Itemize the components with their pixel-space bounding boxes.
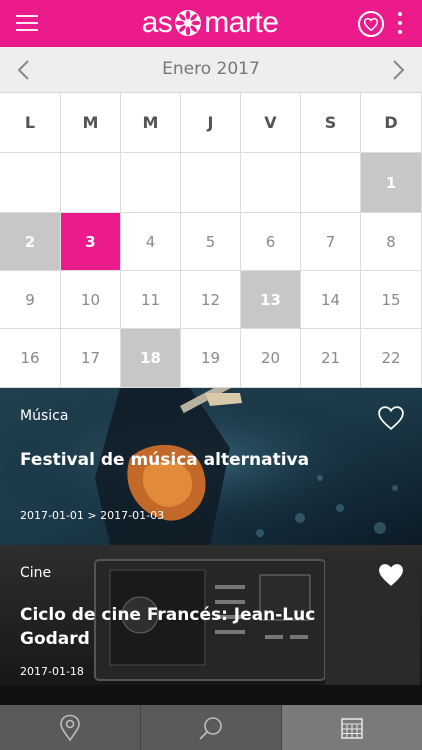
tab-calendar[interactable]	[282, 705, 422, 750]
calendar-day[interactable]: 10	[61, 271, 121, 329]
dot	[398, 21, 402, 25]
weekday-header: M	[61, 93, 121, 153]
calendar-day[interactable]: 17	[61, 329, 121, 388]
calendar-day[interactable]: 11	[121, 271, 181, 329]
calendar-day[interactable]: 12	[181, 271, 241, 329]
month-navigation: Enero 2017	[0, 47, 422, 93]
calendar-day[interactable]: 16	[0, 329, 61, 388]
vertical-dots-icon	[398, 12, 402, 16]
calendar-day[interactable]: 21	[301, 329, 361, 388]
menu-bar	[16, 22, 38, 24]
calendar-day[interactable]: 4	[121, 213, 181, 271]
calendar-empty-cell	[61, 153, 121, 213]
calendar-day[interactable]: 14	[301, 271, 361, 329]
weekday-header: D	[361, 93, 422, 153]
logo-text-right: marte	[204, 6, 279, 39]
tab-search[interactable]	[141, 705, 282, 750]
weekday-header: J	[181, 93, 241, 153]
favorites-button[interactable]	[358, 11, 384, 37]
menu-bar	[16, 29, 38, 31]
calendar-day[interactable]: 9	[0, 271, 61, 329]
search-icon	[199, 716, 222, 740]
calendar-day[interactable]: 6	[241, 213, 301, 271]
event-category: Cine	[20, 565, 52, 581]
event-date: 2017-01-18	[20, 665, 84, 678]
calendar-day[interactable]: 22	[361, 329, 422, 388]
event-category: Música	[20, 408, 69, 424]
calendar-empty-cell	[0, 153, 61, 213]
calendar-empty-cell	[301, 153, 361, 213]
event-card[interactable]: Música Festival de música alternativa 20…	[0, 388, 422, 545]
calendar-day[interactable]: 13	[241, 271, 301, 329]
calendar-day[interactable]: 18	[121, 329, 181, 388]
calendar-day[interactable]: 3	[61, 213, 121, 271]
calendar-day[interactable]: 5	[181, 213, 241, 271]
heart-filled-icon[interactable]	[378, 563, 404, 587]
event-card[interactable]: Cine Ciclo de cine Francés: Jean-Luc God…	[0, 545, 422, 705]
calendar-day[interactable]: 7	[301, 213, 361, 271]
app-logo: as marte	[130, 5, 290, 41]
dot	[398, 30, 402, 34]
app-header: as marte	[0, 0, 422, 47]
chevron-right-icon[interactable]	[386, 58, 410, 82]
bottom-tab-bar	[0, 705, 422, 750]
tab-map[interactable]	[0, 705, 141, 750]
event-title: Ciclo de cine Francés: Jean-Luc Godard	[20, 605, 316, 649]
heart-circle-icon	[364, 17, 378, 31]
calendar-icon	[341, 717, 363, 739]
calendar-empty-cell	[181, 153, 241, 213]
event-date: 2017-01-01 > 2017-01-03	[20, 509, 165, 522]
logo-text-left: as	[141, 6, 173, 39]
weekday-header: S	[301, 93, 361, 153]
weekday-header: V	[241, 93, 301, 153]
calendar-empty-cell	[121, 153, 181, 213]
hamburger-menu-icon	[16, 15, 38, 17]
weekday-header: L	[0, 93, 61, 153]
calendar-day[interactable]: 19	[181, 329, 241, 388]
event-title: Festival de música alternativa	[20, 450, 310, 470]
flower-logo-icon	[175, 10, 202, 36]
calendar-grid: L M M J V S D 1 2 3 4 5 6 7 8 9 10 11 12 13 14 15 16 17 18 19 20 21…	[0, 93, 422, 388]
menu-button[interactable]	[16, 13, 38, 33]
calendar-empty-cell	[241, 153, 301, 213]
calendar-day[interactable]: 15	[361, 271, 422, 329]
heart-outline-icon[interactable]	[378, 406, 404, 430]
calendar-day[interactable]: 20	[241, 329, 301, 388]
map-pin-icon	[60, 714, 80, 741]
more-options-button[interactable]	[397, 12, 403, 36]
weekday-header: M	[121, 93, 181, 153]
month-title: Enero 2017	[162, 59, 260, 79]
calendar-day[interactable]: 1	[361, 153, 422, 213]
calendar-day[interactable]: 2	[0, 213, 61, 271]
calendar-day[interactable]: 8	[361, 213, 422, 271]
